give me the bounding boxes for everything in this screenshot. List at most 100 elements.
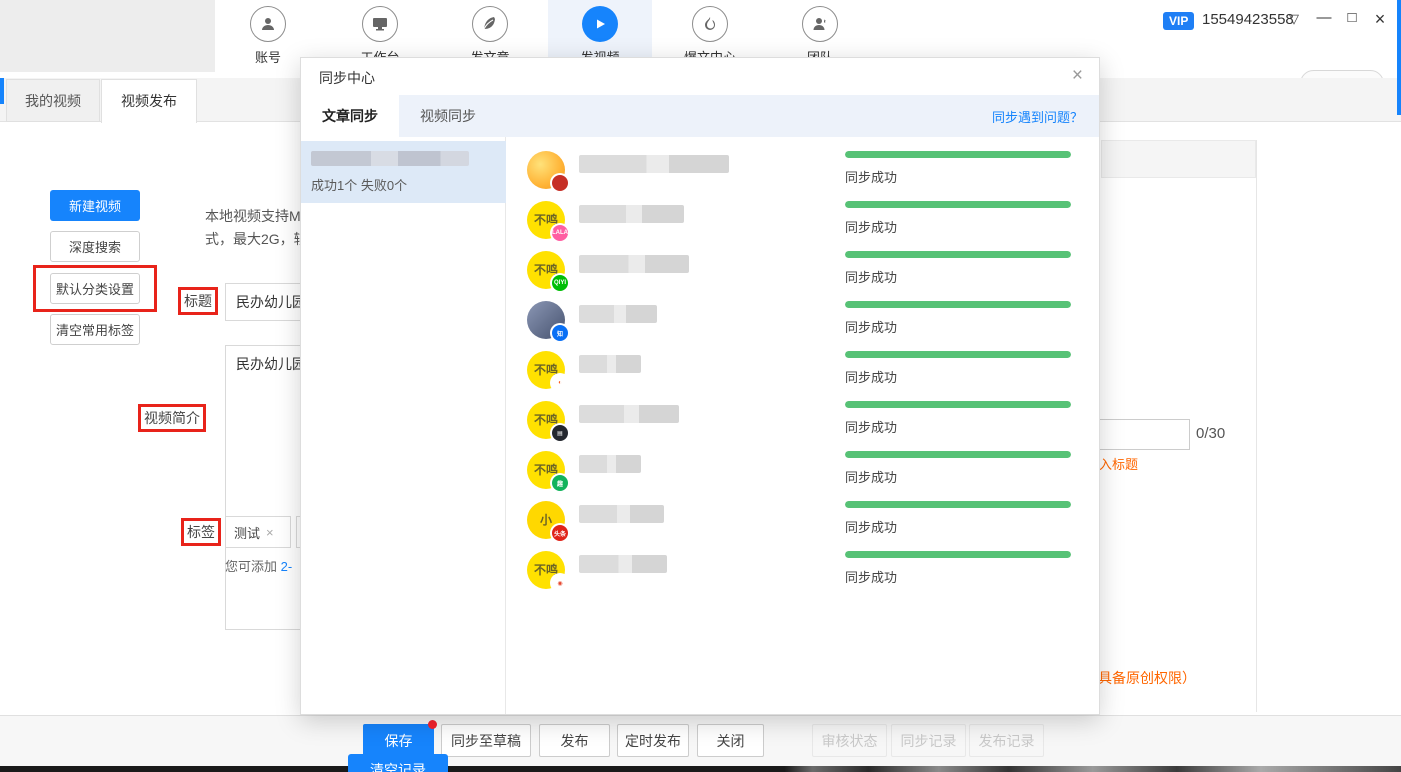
sync-progress: 同步成功 (845, 301, 1085, 336)
sync-help-link[interactable]: 同步遇到问题？ (992, 95, 1083, 137)
sync-status-text: 同步成功 (845, 217, 1085, 236)
sync-item-row: 知 同步成功 (507, 301, 1099, 351)
redacted-logo-area (0, 0, 215, 72)
platform-badge-icon (552, 175, 568, 191)
account-icon (250, 6, 286, 42)
sync-status-text: 同步成功 (845, 567, 1085, 586)
modal-tab-bar: 文章同步 视频同步 同步遇到问题？ (301, 95, 1099, 137)
progress-bar (845, 351, 1071, 358)
unsaved-indicator-dot (428, 720, 437, 729)
modal-body: 成功1个 失败0个 清空记录 同步成功 (301, 137, 1099, 714)
platform-badge-icon: 趣 (552, 475, 568, 491)
platform-avatar: 不鸣 LALA (527, 201, 565, 239)
sync-status-text: 同步成功 (845, 317, 1085, 336)
review-status-button: 审核状态 (812, 724, 887, 757)
tags-field-label: 标签 (181, 518, 221, 546)
tag-remove-icon[interactable]: × (266, 525, 274, 540)
platform-avatar: 不鸣 QIYI (527, 251, 565, 289)
clear-records-button[interactable]: 清空记录 (348, 754, 448, 772)
avatar-text: 不鸣 (534, 364, 558, 376)
redacted-account-name (579, 255, 689, 273)
maximize-button[interactable]: □ (1341, 9, 1363, 26)
account-dropdown-icon[interactable]: ▽ (1289, 11, 1299, 27)
publish-records-button: 发布记录 (969, 724, 1044, 757)
redacted-task-title (311, 151, 469, 166)
sync-status-text: 同步成功 (845, 417, 1085, 436)
publish-button[interactable]: 发布 (539, 724, 610, 757)
tab-video-sync[interactable]: 视频同步 (399, 95, 497, 137)
progress-bar (845, 451, 1071, 458)
tab-my-videos[interactable]: 我的视频 (6, 79, 100, 122)
sync-progress: 同步成功 (845, 551, 1085, 586)
title-hint-clipped: 入标题 (1099, 454, 1138, 473)
window-edge-accent-left (0, 78, 4, 104)
sync-item-row: 不鸣 ◉ 同步成功 (507, 551, 1099, 601)
sync-item-row: 小 头条 同步成功 (507, 501, 1099, 551)
sync-status-text: 同步成功 (845, 367, 1085, 386)
sync-task-item-selected[interactable]: 成功1个 失败0个 (301, 141, 506, 203)
sync-task-list-panel: 成功1个 失败0个 清空记录 (301, 137, 506, 714)
schedule-publish-button[interactable]: 定时发布 (617, 724, 689, 757)
tag-chip[interactable]: 测试 × (225, 516, 291, 548)
task-summary: 成功1个 失败0个 (311, 175, 407, 194)
progress-bar (845, 151, 1071, 158)
redacted-account-name (579, 405, 679, 423)
save-button-label: 保存 (385, 731, 413, 751)
sync-progress: 同步成功 (845, 251, 1085, 286)
avatar-text: 不鸣 (534, 414, 558, 426)
tag-chip-text: 测试 (234, 523, 260, 542)
sync-status-text: 同步成功 (845, 517, 1085, 536)
close-button[interactable]: 关闭 (697, 724, 764, 757)
vip-badge: VIP (1163, 12, 1194, 30)
sync-center-modal: 同步中心 × 文章同步 视频同步 同步遇到问题？ 成功1个 失败0个 清空记录 (300, 57, 1100, 715)
close-window-button[interactable]: × (1369, 9, 1391, 30)
modal-title: 同步中心 (319, 68, 375, 88)
platform-avatar: 小 头条 (527, 501, 565, 539)
tags-hint-count: 2- (281, 559, 293, 574)
platform-badge-icon: ◉ (552, 575, 568, 591)
platform-badge-icon: ▤ (552, 425, 568, 441)
progress-bar (845, 301, 1071, 308)
minimize-button[interactable]: — (1313, 9, 1335, 26)
platform-avatar: 不鸣 ◐ (527, 351, 565, 389)
platform-badge-icon: 头条 (552, 525, 568, 541)
platform-avatar: 不鸣 ▤ (527, 401, 565, 439)
save-button[interactable]: 保存 (363, 724, 434, 757)
bottom-dark-strip (0, 766, 1401, 772)
sync-item-row: 不鸣 趣 同步成功 (507, 451, 1099, 501)
sync-to-draft-button[interactable]: 同步至草稿 (441, 724, 531, 757)
video-play-icon (582, 6, 618, 42)
sync-item-row: 不鸣 QIYI 同步成功 (507, 251, 1099, 301)
nav-label: 账号 (226, 47, 310, 66)
modal-close-icon[interactable]: × (1072, 65, 1083, 87)
tab-article-sync[interactable]: 文章同步 (301, 95, 399, 137)
tags-hint-text: 您可添加 (225, 559, 281, 574)
workbench-icon (362, 6, 398, 42)
tags-hint: 您可添加 2- (225, 556, 292, 575)
clear-common-tags-button[interactable]: 清空常用标签 (50, 314, 140, 345)
sync-progress: 同步成功 (845, 201, 1085, 236)
avatar-text: 不鸣 (534, 464, 558, 476)
team-icon (802, 6, 838, 42)
redacted-account-name (579, 305, 657, 323)
platform-avatar (527, 151, 565, 189)
app-window: 账号 工作台 发文章 发视频 爆文中心 团队 VIP 15549423558 ▽… (0, 0, 1401, 772)
sync-progress: 同步成功 (845, 501, 1085, 536)
tab-video-publish[interactable]: 视频发布 (101, 79, 197, 123)
nav-item-account[interactable]: 账号 (226, 6, 310, 66)
platform-avatar: 不鸣 ◉ (527, 551, 565, 589)
platform-badge-icon: 知 (552, 325, 568, 341)
redacted-account-name (579, 505, 664, 523)
redacted-account-name (579, 455, 641, 473)
sync-item-row: 不鸣 ◐ 同步成功 (507, 351, 1099, 401)
platform-avatar: 不鸣 趣 (527, 451, 565, 489)
sync-progress: 同步成功 (845, 401, 1085, 436)
new-video-button[interactable]: 新建视频 (50, 190, 140, 221)
platform-badge-icon: QIYI (552, 275, 568, 291)
deep-search-button[interactable]: 深度搜索 (50, 231, 140, 262)
progress-bar (845, 501, 1071, 508)
sync-status-text: 同步成功 (845, 167, 1085, 186)
article-pen-icon (472, 6, 508, 42)
video-desc-label: 视频简介 (138, 404, 206, 432)
default-category-button[interactable]: 默认分类设置 (50, 273, 140, 304)
